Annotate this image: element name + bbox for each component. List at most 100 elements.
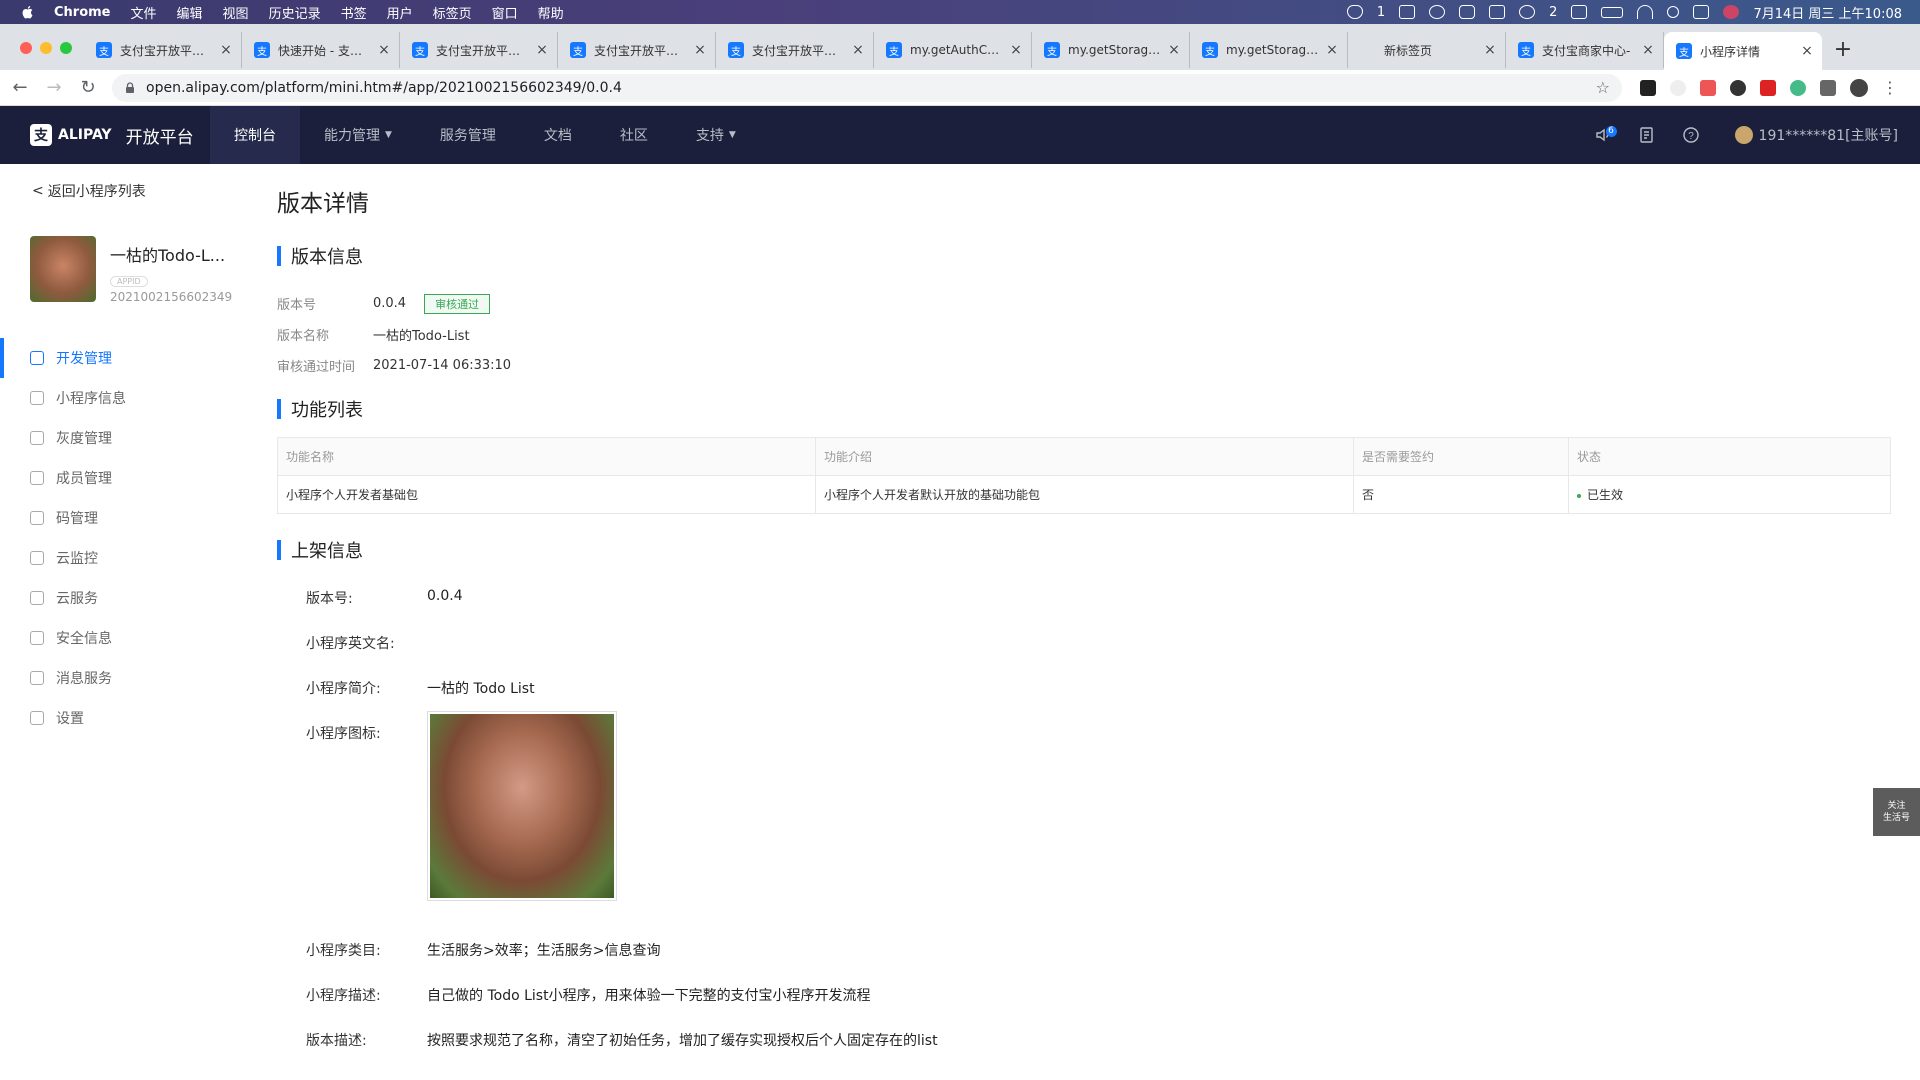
sidebar-item[interactable]: 云监控 — [0, 538, 245, 578]
nav-item[interactable]: 支持 ▼ — [672, 106, 760, 164]
menu-view[interactable]: 视图 — [223, 3, 249, 22]
extension-red-icon[interactable] — [1700, 79, 1716, 96]
extension-qr-icon[interactable] — [1640, 79, 1656, 96]
sidebar-item[interactable]: 小程序信息 — [0, 378, 245, 418]
ticket-button[interactable] — [1625, 106, 1669, 164]
menu-bookmarks[interactable]: 书签 — [341, 3, 367, 22]
minimize-window-button[interactable] — [40, 42, 52, 54]
close-tab-icon[interactable]: × — [693, 42, 707, 58]
account-menu[interactable]: 191******81[主账号] — [1734, 125, 1898, 145]
nav-item[interactable]: 文档 — [520, 106, 596, 164]
browser-tab[interactable]: 支支付宝开放平台文 × — [558, 32, 716, 68]
sidebar-item[interactable]: 消息服务 — [0, 658, 245, 698]
menu-window[interactable]: 窗口 — [492, 3, 518, 22]
menu-tabs[interactable]: 标签页 — [433, 3, 472, 22]
menu-file[interactable]: 文件 — [131, 3, 157, 22]
control-center-icon[interactable] — [1693, 5, 1710, 19]
sidebar-item[interactable]: 安全信息 — [0, 618, 245, 658]
shield-icon[interactable] — [1346, 5, 1363, 19]
forward-arrow-icon[interactable]: → — [40, 74, 68, 102]
nav-item[interactable]: 控制台 — [210, 106, 300, 164]
sidebar-item[interactable]: 云服务 — [0, 578, 245, 618]
browser-tab[interactable]: 支支付宝开放平台文 × — [84, 32, 242, 68]
extension-face-icon[interactable] — [1670, 79, 1686, 96]
cloud-icon[interactable] — [1519, 5, 1536, 19]
sidebar-item[interactable]: 开发管理 — [0, 338, 245, 378]
extension-dark-icon[interactable] — [1730, 79, 1746, 96]
wifi-icon[interactable] — [1637, 5, 1654, 19]
menu-item-icon — [30, 551, 44, 565]
sidebar-item[interactable]: 设置 — [0, 698, 245, 738]
back-to-list-link[interactable]: < 返回小程序列表 — [0, 164, 245, 218]
close-tab-icon[interactable]: × — [1641, 42, 1655, 58]
browser-tab[interactable]: 支 my.getAuthCode × — [874, 32, 1032, 68]
nav-item[interactable]: 能力管理 ▼ — [300, 106, 416, 164]
close-window-button[interactable] — [20, 42, 32, 54]
col-status: 状态 — [1568, 437, 1891, 476]
nav-item[interactable]: 社区 — [596, 106, 672, 164]
alipay-logo[interactable]: 支 ALIPAY 开放平台 — [0, 123, 210, 148]
follow-life-account-button[interactable]: 关注 生活号 — [1873, 788, 1920, 836]
menu-item-icon — [30, 391, 44, 405]
browser-tab[interactable]: 支小程序详情 × — [1664, 32, 1822, 70]
status-count-2[interactable]: 2 — [1549, 5, 1557, 20]
square-icon[interactable] — [1489, 5, 1506, 19]
browser-tab[interactable]: 支支付宝商家中心- × — [1506, 32, 1664, 68]
close-tab-icon[interactable]: × — [219, 42, 233, 58]
menu-app-name[interactable]: Chrome — [54, 5, 111, 20]
close-tab-icon[interactable]: × — [535, 42, 549, 58]
browser-tab[interactable]: 支 my.getStorageS × — [1190, 32, 1348, 68]
back-arrow-icon[interactable]: ← — [6, 74, 34, 102]
search-icon[interactable] — [1667, 6, 1680, 18]
battery-icon[interactable] — [1601, 6, 1624, 18]
extension-news-icon[interactable] — [1760, 79, 1776, 96]
mini-program-icon-image[interactable] — [427, 711, 617, 901]
extensions-puzzle-icon[interactable] — [1820, 79, 1836, 96]
hexagon-icon[interactable] — [1459, 5, 1476, 19]
status-count-1[interactable]: 1 — [1377, 5, 1385, 20]
menu-edit[interactable]: 编辑 — [177, 3, 203, 22]
sidebar-item[interactable]: 灰度管理 — [0, 418, 245, 458]
clock[interactable]: 7月14日 周三 上午10:08 — [1753, 3, 1902, 22]
appid-tag: APPID — [110, 276, 148, 287]
browser-tab[interactable]: 支快速开始 - 支付宝 × — [242, 32, 400, 68]
reload-icon[interactable]: ↻ — [74, 74, 102, 102]
close-tab-icon[interactable]: × — [1325, 42, 1339, 58]
menu-user[interactable]: 用户 — [387, 3, 413, 22]
url-text[interactable]: open.alipay.com/platform/mini.htm#/app/2… — [146, 80, 1596, 96]
close-tab-icon[interactable]: × — [377, 42, 391, 58]
close-tab-icon[interactable]: × — [1800, 43, 1814, 59]
sidebar-item[interactable]: 码管理 — [0, 498, 245, 538]
browser-tab[interactable]: 新标签页 × — [1348, 32, 1506, 68]
notification-button[interactable]: 6 — [1581, 106, 1625, 164]
extension-color-icon[interactable] — [1790, 79, 1806, 96]
sync-icon[interactable] — [1429, 5, 1446, 19]
browser-tab[interactable]: 支支付宝开放平台文 × — [400, 32, 558, 68]
browser-tab[interactable]: 支支付宝开放平台文 × — [716, 32, 874, 68]
profile-avatar-icon[interactable] — [1850, 78, 1868, 97]
close-tab-icon[interactable]: × — [1167, 42, 1181, 58]
apple-icon[interactable] — [20, 4, 36, 20]
close-tab-icon[interactable]: × — [851, 42, 865, 58]
input-method-icon[interactable] — [1571, 5, 1588, 19]
new-tab-button[interactable]: + — [1828, 34, 1858, 64]
help-button[interactable]: ? — [1669, 106, 1713, 164]
siri-icon[interactable] — [1723, 5, 1740, 19]
close-tab-icon[interactable]: × — [1483, 42, 1497, 58]
lock-icon[interactable] — [124, 81, 136, 94]
kebab-menu-icon[interactable]: ⋮ — [1882, 79, 1898, 96]
app-status-icon[interactable] — [1399, 5, 1416, 19]
nav-item[interactable]: 服务管理 — [416, 106, 520, 164]
tabs: 支支付宝开放平台文 × 支快速开始 - 支付宝 × 支支付宝开放平台文 × 支支付宝开放平台… — [84, 32, 1822, 70]
menu-history[interactable]: 历史记录 — [269, 3, 321, 22]
maximize-window-button[interactable] — [60, 42, 72, 54]
sidebar-item[interactable]: 成员管理 — [0, 458, 245, 498]
bookmark-star-icon[interactable]: ☆ — [1596, 78, 1610, 97]
menu-help[interactable]: 帮助 — [538, 3, 564, 22]
close-tab-icon[interactable]: × — [1009, 42, 1023, 58]
nav-label: 社区 — [619, 128, 648, 144]
feature-table: 功能名称 功能介绍 是否需要签约 状态 小程序个人开发者基础包 小程序个人开发者… — [277, 437, 1891, 514]
browser-tab[interactable]: 支 my.getStorageS × — [1032, 32, 1190, 68]
address-bar[interactable]: open.alipay.com/platform/mini.htm#/app/2… — [112, 73, 1622, 102]
status-text: 已生效 — [1587, 488, 1624, 502]
